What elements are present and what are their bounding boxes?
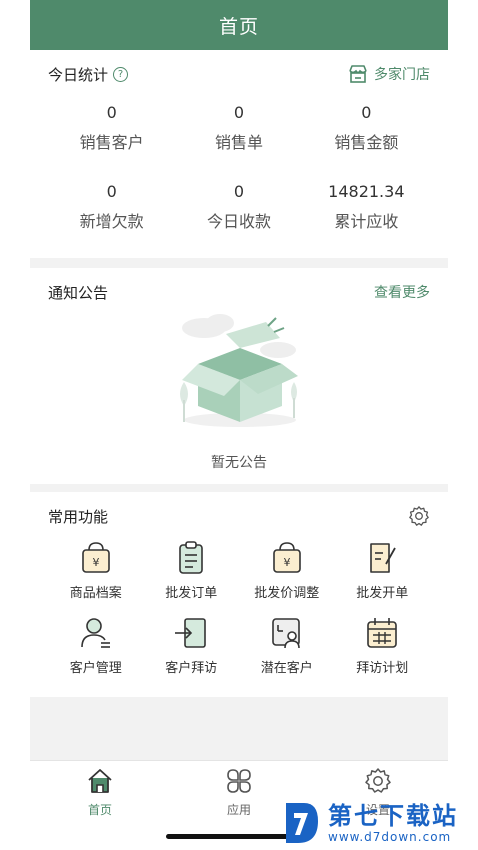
site-watermark: 第七下载站 www.d7down.com [282, 796, 478, 850]
function-label: 拜访计划 [356, 661, 409, 676]
stat-label: 今日收款 [206, 212, 271, 231]
multi-store-label: 多家门店 [374, 67, 430, 83]
svg-text:¥: ¥ [92, 556, 99, 569]
function-label: 批发价调整 [254, 586, 320, 601]
function-visit-plan[interactable]: 拜访计划 [335, 615, 431, 676]
common-functions-card: 常用功能 ¥ 商品档案 批发订单 ¥ 批发价调整 批发开单 客户管理 客户拜访 … [30, 492, 448, 697]
tab-label: 首页 [87, 803, 112, 817]
functions-grid: ¥ 商品档案 批发订单 ¥ 批发价调整 批发开单 客户管理 客户拜访 潜在客户 … [48, 540, 430, 676]
stats-grid: 0 销售客户 0 销售单 0 销售金额 0 新增欠款 0 今日收款 14821.… [48, 102, 430, 232]
tab-apps[interactable]: 应用 [189, 767, 289, 818]
stat-total-receivable[interactable]: 14821.34 累计应收 [303, 181, 430, 232]
tab-home[interactable]: 首页 [50, 767, 150, 818]
stat-sales-orders[interactable]: 0 销售单 [175, 102, 302, 153]
function-label: 批发开单 [356, 586, 409, 601]
watermark-title: 第七下载站 [328, 802, 458, 830]
visit-door-icon [175, 618, 207, 648]
stat-label: 销售金额 [334, 133, 399, 152]
function-label: 潜在客户 [260, 661, 313, 676]
d7down-logo-icon [286, 803, 318, 843]
function-label: 客户拜访 [165, 661, 218, 676]
tab-label: 应用 [226, 803, 251, 817]
function-label: 批发订单 [165, 586, 218, 601]
settings-icon [365, 768, 391, 793]
functions-header: 常用功能 [48, 504, 430, 528]
price-bag-icon: ¥ [272, 542, 301, 573]
function-wholesale-bill[interactable]: 批发开单 [335, 540, 431, 601]
app-screen: 首页 今日统计 ? 多家门店 0 销售客户 0 销售单 0 销售金额 0 新增欠… [30, 0, 448, 850]
help-circle-icon[interactable]: ? [113, 66, 129, 82]
function-customer-management[interactable]: 客户管理 [48, 615, 144, 676]
stat-value: 14821.34 [328, 182, 405, 201]
stats-header: 今日统计 ? 多家门店 [48, 62, 430, 86]
stat-sales-amount[interactable]: 0 销售金额 [303, 102, 430, 153]
function-price-adjust[interactable]: ¥ 批发价调整 [239, 540, 335, 601]
view-more-link[interactable]: 查看更多 [374, 282, 430, 302]
stat-label: 累计应收 [334, 212, 399, 231]
stat-value: 0 [233, 182, 245, 201]
stats-title: 今日统计 ? [48, 64, 129, 85]
function-wholesale-order[interactable]: 批发订单 [144, 540, 240, 601]
empty-notice-text: 暂无公告 [211, 455, 267, 471]
function-potential-customer[interactable]: 潜在客户 [239, 615, 335, 676]
stats-title-text: 今日统计 [48, 65, 109, 84]
today-stats-card: 今日统计 ? 多家门店 0 销售客户 0 销售单 0 销售金额 0 新增欠款 0… [30, 50, 448, 258]
store-icon [349, 65, 367, 83]
functions-title: 常用功能 [48, 507, 109, 526]
stat-new-debt[interactable]: 0 新增欠款 [48, 181, 175, 232]
stat-sales-customers[interactable]: 0 销售客户 [48, 102, 175, 153]
edit-document-icon [370, 543, 397, 573]
stat-label: 销售单 [214, 133, 263, 152]
notice-title: 通知公告 [48, 283, 109, 302]
multi-store-link[interactable]: 多家门店 [348, 64, 430, 84]
product-bag-icon: ¥ [81, 542, 110, 573]
stat-label: 新增欠款 [79, 212, 144, 231]
home-icon [88, 769, 112, 793]
calendar-icon [367, 618, 398, 648]
stat-value: 0 [106, 103, 117, 122]
stat-value: 0 [106, 182, 117, 201]
gear-icon[interactable] [408, 505, 430, 527]
customer-icon [80, 618, 110, 648]
stat-label: 销售客户 [79, 133, 144, 152]
function-product-archive[interactable]: ¥ 商品档案 [48, 540, 144, 601]
empty-box-illustration [180, 314, 298, 427]
stat-value: 0 [361, 103, 372, 122]
notice-card: 通知公告 查看更多 暂无公告 [30, 268, 448, 484]
potential-customer-icon [271, 618, 300, 649]
svg-text:¥: ¥ [283, 556, 290, 569]
page-title: 首页 [218, 15, 259, 38]
notice-header: 通知公告 查看更多 [48, 280, 430, 304]
stat-value: 0 [233, 103, 245, 122]
watermark-text: 第七下载站 www.d7down.com [328, 802, 458, 844]
watermark-url: www.d7down.com [328, 830, 452, 844]
stat-today-received[interactable]: 0 今日收款 [175, 181, 302, 232]
apps-grid-icon [227, 769, 251, 793]
function-customer-visit[interactable]: 客户拜访 [144, 615, 240, 676]
function-label: 客户管理 [69, 661, 122, 676]
order-clipboard-icon [179, 541, 204, 574]
navigation-bar: 首页 [30, 0, 448, 50]
function-label: 商品档案 [69, 586, 122, 601]
